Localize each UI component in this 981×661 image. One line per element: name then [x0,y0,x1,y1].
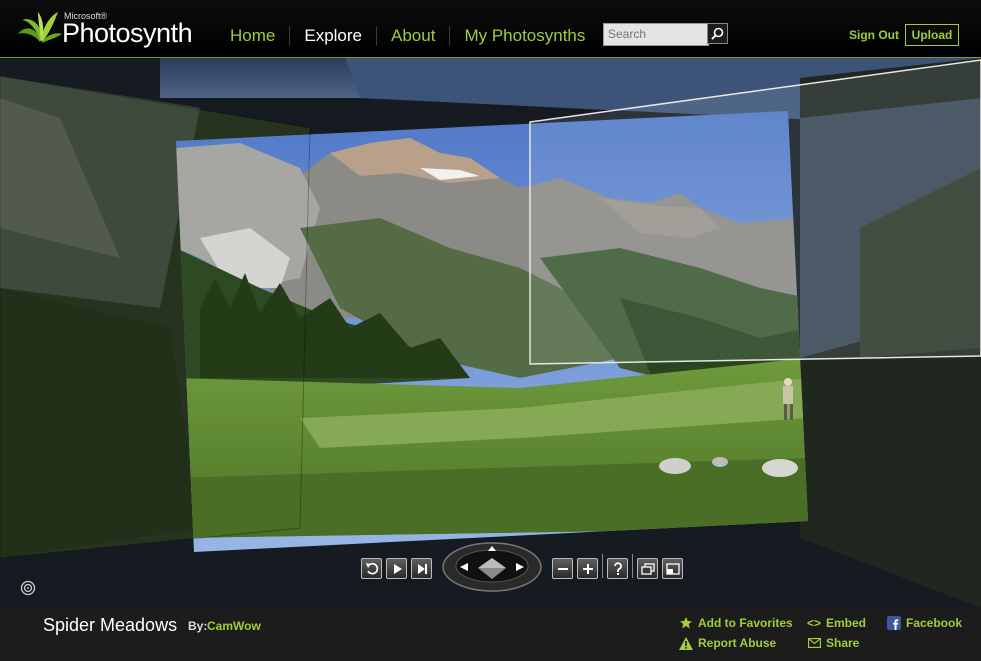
overview-icon [640,562,655,575]
help-icon [613,561,622,575]
search-button[interactable] [707,23,728,44]
zoom-out-button[interactable] [552,558,573,579]
header-bar: Microsoft® Photosynth Home Explore About… [0,0,981,58]
main-navigation: Home Explore About My Photosynths [216,24,599,48]
overview-button[interactable] [637,558,658,579]
next-button[interactable] [411,558,432,579]
search-icon [711,27,724,40]
synth-info-bar: Spider Meadows By: CamWow Add to Favorit… [0,608,981,661]
photosynth-logo[interactable]: Microsoft® Photosynth [16,8,201,48]
facebook-link[interactable]: Facebook [886,616,962,630]
fullscreen-button[interactable] [662,558,683,579]
share-link[interactable]: Share [806,636,859,650]
by-label: By: [188,619,208,633]
leaf-logo-icon [18,12,62,43]
embed-label: Embed [826,616,867,630]
embed-link[interactable]: <> Embed [806,616,866,630]
play-button[interactable] [386,558,407,579]
info-icon[interactable] [20,580,36,596]
nav-my-photosynths[interactable]: My Photosynths [450,26,599,46]
fullscreen-icon [665,562,680,575]
upload-button[interactable]: Upload [905,24,959,46]
navigation-pad[interactable] [442,542,542,592]
add-to-favorites-label: Add to Favorites [698,616,793,630]
nav-explore[interactable]: Explore [290,26,376,46]
report-abuse-link[interactable]: Report Abuse [678,636,776,650]
star-icon [678,616,694,630]
report-abuse-label: Report Abuse [698,636,777,650]
add-to-favorites-link[interactable]: Add to Favorites [678,616,793,630]
next-icon [417,563,427,574]
author-link[interactable]: CamWow [207,619,261,633]
warning-icon [678,636,694,650]
synth-photo-scene [0,58,981,608]
play-icon [393,563,402,574]
share-label: Share [826,636,860,650]
code-icon: <> [806,616,821,630]
undo-icon [365,562,378,574]
nav-about[interactable]: About [377,26,449,46]
facebook-label: Facebook [906,616,963,630]
synth-viewer[interactable] [0,58,981,608]
logo-photosynth-text: Photosynth [62,18,193,48]
search-field [603,23,710,46]
zoom-in-icon [582,563,593,574]
facebook-icon [886,616,902,630]
search-input[interactable] [604,24,710,43]
help-button[interactable] [607,558,628,579]
sign-out-link[interactable]: Sign Out [849,28,899,42]
envelope-icon [806,636,822,650]
zoom-out-icon [557,567,568,570]
nav-home[interactable]: Home [216,26,289,46]
undo-button[interactable] [361,558,382,579]
synth-title: Spider Meadows [43,615,178,635]
zoom-in-button[interactable] [577,558,598,579]
